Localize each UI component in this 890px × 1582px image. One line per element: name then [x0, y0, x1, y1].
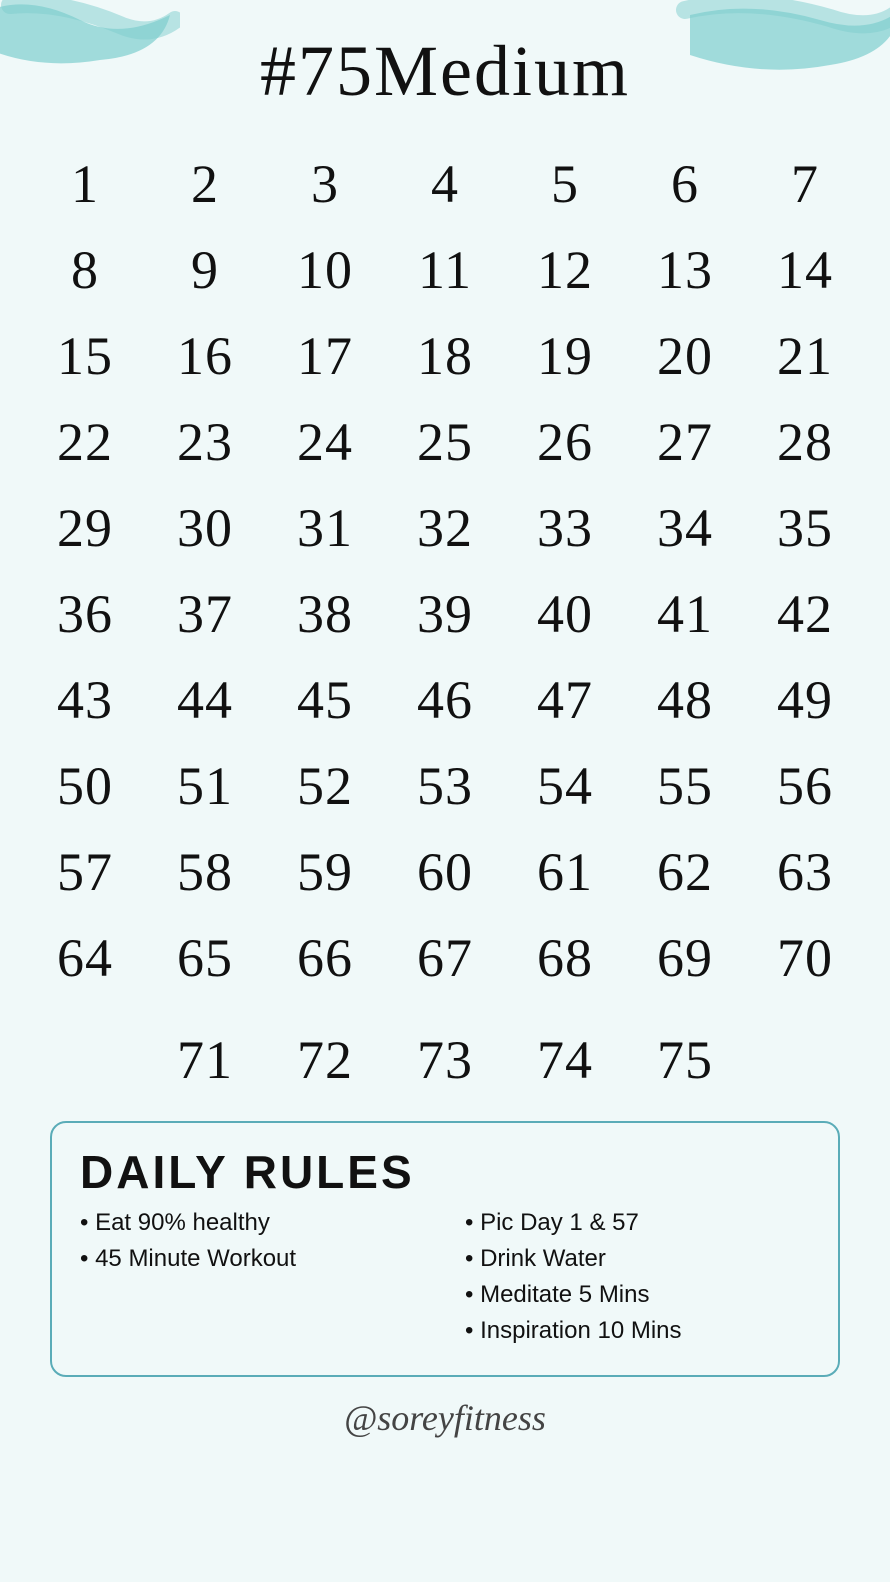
last-row: 7172737475 — [25, 1019, 865, 1101]
page-title: #75Medium — [0, 0, 890, 113]
number-cell: 4 — [385, 143, 505, 225]
number-cell: 16 — [145, 315, 265, 397]
number-cell: 11 — [385, 229, 505, 311]
number-cell: 60 — [385, 831, 505, 913]
number-grid: 1234567891011121314151617181920212223242… — [25, 143, 865, 999]
number-cell: 45 — [265, 659, 385, 741]
number-cell: 5 — [505, 143, 625, 225]
number-cell: 24 — [265, 401, 385, 483]
number-cell: 10 — [265, 229, 385, 311]
number-cell: 71 — [145, 1019, 265, 1101]
rules-right-list: Pic Day 1 & 57 Drink Water Meditate 5 Mins… — [465, 1209, 810, 1345]
number-cell: 22 — [25, 401, 145, 483]
number-cell: 61 — [505, 831, 625, 913]
number-cell: 30 — [145, 487, 265, 569]
number-cell: 19 — [505, 315, 625, 397]
number-cell: 66 — [265, 917, 385, 999]
number-cell: 74 — [505, 1019, 625, 1101]
number-cell: 14 — [745, 229, 865, 311]
number-cell: 20 — [625, 315, 745, 397]
number-cell: 56 — [745, 745, 865, 827]
rules-columns: Eat 90% healthy 45 Minute Workout Pic Day… — [80, 1209, 810, 1353]
rules-title: DAILY RULES — [80, 1145, 810, 1199]
number-cell: 65 — [145, 917, 265, 999]
number-cell: 36 — [25, 573, 145, 655]
number-cell: 29 — [25, 487, 145, 569]
number-cell: 48 — [625, 659, 745, 741]
number-cell: 25 — [385, 401, 505, 483]
number-cell: 69 — [625, 917, 745, 999]
number-cell: 42 — [745, 573, 865, 655]
rule-item: Eat 90% healthy — [80, 1209, 425, 1237]
number-cell: 49 — [745, 659, 865, 741]
number-cell: 43 — [25, 659, 145, 741]
number-cell: 13 — [625, 229, 745, 311]
number-cell: 1 — [25, 143, 145, 225]
number-cell: 18 — [385, 315, 505, 397]
number-cell: 33 — [505, 487, 625, 569]
number-cell: 32 — [385, 487, 505, 569]
number-cell: 27 — [625, 401, 745, 483]
number-cell: 62 — [625, 831, 745, 913]
number-cell: 72 — [265, 1019, 385, 1101]
number-cell: 68 — [505, 917, 625, 999]
number-cell: 34 — [625, 487, 745, 569]
number-cell: 64 — [25, 917, 145, 999]
rule-item: Meditate 5 Mins — [465, 1281, 810, 1309]
number-cell: 41 — [625, 573, 745, 655]
number-cell: 8 — [25, 229, 145, 311]
number-cell: 31 — [265, 487, 385, 569]
rule-item: Drink Water — [465, 1245, 810, 1273]
number-cell: 63 — [745, 831, 865, 913]
number-cell: 52 — [265, 745, 385, 827]
number-cell: 15 — [25, 315, 145, 397]
number-cell: 44 — [145, 659, 265, 741]
number-cell: 23 — [145, 401, 265, 483]
number-cell: 47 — [505, 659, 625, 741]
number-cell: 70 — [745, 917, 865, 999]
rule-item: 45 Minute Workout — [80, 1245, 425, 1273]
number-cell: 67 — [385, 917, 505, 999]
number-cell: 50 — [25, 745, 145, 827]
number-cell: 38 — [265, 573, 385, 655]
number-cell: 21 — [745, 315, 865, 397]
number-cell: 37 — [145, 573, 265, 655]
number-cell: 58 — [145, 831, 265, 913]
number-cell: 7 — [745, 143, 865, 225]
number-cell: 57 — [25, 831, 145, 913]
rules-left-list: Eat 90% healthy 45 Minute Workout — [80, 1209, 425, 1273]
number-cell: 73 — [385, 1019, 505, 1101]
number-cell: 75 — [625, 1019, 745, 1101]
number-cell: 59 — [265, 831, 385, 913]
number-cell: 2 — [145, 143, 265, 225]
number-cell: 12 — [505, 229, 625, 311]
number-cell: 17 — [265, 315, 385, 397]
rules-left-col: Eat 90% healthy 45 Minute Workout — [80, 1209, 425, 1353]
number-cell: 26 — [505, 401, 625, 483]
rule-item: Inspiration 10 Mins — [465, 1317, 810, 1345]
number-cell: 3 — [265, 143, 385, 225]
rules-box: DAILY RULES Eat 90% healthy 45 Minute Wor… — [50, 1121, 840, 1377]
number-cell: 40 — [505, 573, 625, 655]
number-cell: 9 — [145, 229, 265, 311]
footer-handle: @soreyfitness — [0, 1397, 890, 1449]
number-cell: 51 — [145, 745, 265, 827]
rule-item: Pic Day 1 & 57 — [465, 1209, 810, 1237]
number-cell: 39 — [385, 573, 505, 655]
number-cell: 54 — [505, 745, 625, 827]
rules-right-col: Pic Day 1 & 57 Drink Water Meditate 5 Mins… — [465, 1209, 810, 1353]
number-cell: 6 — [625, 143, 745, 225]
number-cell: 55 — [625, 745, 745, 827]
number-cell: 28 — [745, 401, 865, 483]
number-cell: 35 — [745, 487, 865, 569]
number-cell: 53 — [385, 745, 505, 827]
number-cell: 46 — [385, 659, 505, 741]
